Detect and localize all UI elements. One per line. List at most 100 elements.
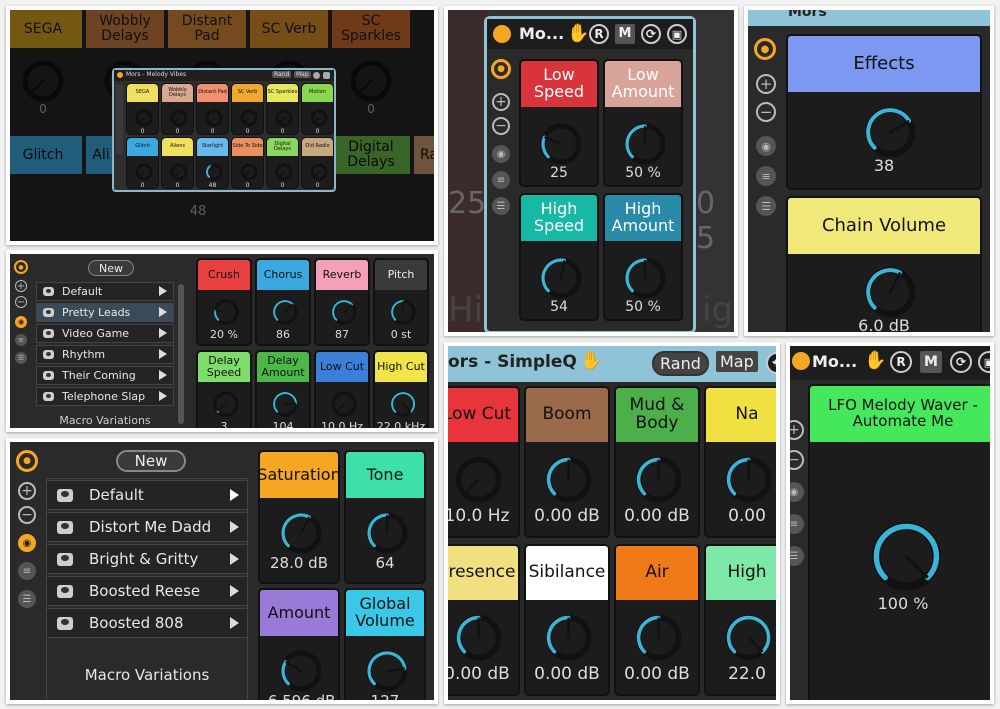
knob-wrap[interactable] (868, 518, 945, 599)
macro-knob[interactable] (364, 648, 410, 694)
macro-knob[interactable] (271, 390, 299, 418)
macro-knob[interactable] (543, 612, 594, 663)
mini-undo-icon[interactable] (313, 72, 320, 79)
stack-icon[interactable]: ≡ (492, 171, 510, 189)
macro-crush[interactable]: Crush 20 % (196, 258, 252, 346)
macro-sibilance[interactable]: Sibilance 0.00 dB (524, 544, 610, 696)
knob-wrap[interactable] (271, 390, 299, 422)
camera-icon[interactable] (57, 488, 73, 502)
play-icon[interactable] (159, 286, 167, 296)
knob-wrap[interactable] (389, 390, 417, 422)
preset-row[interactable]: Rhythm (36, 345, 174, 364)
mini-rand-button[interactable]: Rand (272, 71, 292, 78)
play-icon[interactable] (159, 391, 167, 401)
macro-knob[interactable] (538, 255, 584, 301)
macro-knob[interactable] (278, 510, 324, 556)
preset-row[interactable]: Video Game (36, 324, 174, 343)
knob-wrap[interactable] (278, 510, 324, 560)
camera-icon[interactable] (43, 329, 54, 338)
hand-icon[interactable]: ✋ (864, 350, 886, 371)
camera-icon[interactable] (43, 287, 54, 296)
power-ring-icon[interactable]: ● (14, 260, 28, 274)
macro-knob[interactable] (723, 454, 774, 505)
camera-icon[interactable]: ◉ (18, 534, 36, 552)
macro-saturation[interactable]: Saturation 28.0 dB (258, 450, 340, 584)
macro-knob[interactable] (538, 121, 584, 167)
undo-icon[interactable]: ⟲ (766, 352, 776, 374)
knob-wrap[interactable] (723, 612, 774, 667)
rand-button[interactable]: Rand (652, 351, 709, 376)
mini-macro[interactable]: Motion 0 (301, 83, 334, 135)
play-icon[interactable] (159, 349, 167, 359)
remove-icon[interactable]: − (15, 296, 27, 308)
macro-knob[interactable] (633, 612, 684, 663)
macro-chain-volume[interactable]: Chain Volume 6.0 dB (786, 196, 982, 332)
knob-wrap[interactable] (543, 454, 594, 509)
save-icon[interactable]: ▣ (667, 24, 687, 44)
macro-knob[interactable] (271, 298, 299, 326)
knob-wrap[interactable] (622, 255, 668, 305)
hand-icon[interactable]: ✋ (580, 350, 602, 371)
macro-knob[interactable] (389, 298, 417, 326)
macro-mud-body[interactable]: Mud & Body 0.00 dB (614, 386, 700, 538)
mini-macro[interactable]: Starlight 48 (196, 137, 229, 189)
remove-icon[interactable]: − (790, 450, 804, 470)
preset-row[interactable]: Default (46, 480, 248, 510)
camera-icon[interactable]: ◉ (790, 482, 804, 502)
knob-wrap[interactable] (330, 298, 358, 330)
stack-icon[interactable]: ≡ (790, 514, 804, 534)
preset-row[interactable]: Boosted Reese (46, 576, 248, 606)
refresh-icon[interactable]: ⟳ (950, 351, 972, 373)
list-icon[interactable]: ☰ (492, 197, 510, 215)
mini-macro[interactable]: SEGA 0 (126, 83, 159, 135)
camera-icon[interactable] (43, 392, 54, 401)
add-icon[interactable]: + (756, 74, 776, 94)
add-icon[interactable]: + (492, 93, 510, 111)
macro-knob[interactable] (274, 162, 294, 182)
macro-knob[interactable] (862, 104, 918, 160)
macro-presence[interactable]: Presence 0.00 dB (448, 544, 520, 696)
remove-icon[interactable]: − (492, 117, 510, 135)
macro-global-volume[interactable]: Global Volume 127 (344, 588, 426, 700)
preset-row[interactable]: Distort Me Dadd (46, 512, 248, 542)
macro-knob[interactable] (278, 648, 324, 694)
mini-map-button[interactable]: Map (294, 71, 311, 78)
macro-knob[interactable] (169, 108, 189, 128)
macro-tone[interactable]: Tone 64 (344, 450, 426, 584)
mini-macro[interactable]: Distant Pad 0 (196, 83, 229, 135)
map-button[interactable]: Map (716, 351, 758, 372)
new-preset-button[interactable]: New (88, 260, 134, 276)
add-icon[interactable]: + (15, 280, 27, 292)
preset-scrollbar[interactable] (178, 284, 184, 424)
macro-knob[interactable] (134, 162, 154, 182)
knob-wrap[interactable] (364, 648, 410, 698)
camera-icon[interactable] (43, 371, 54, 380)
knob-wrap[interactable] (212, 298, 240, 330)
mini-macro[interactable]: Old Radio 0 (301, 137, 334, 189)
mini-save-icon[interactable] (323, 72, 330, 79)
macro-low-speed[interactable]: Low Speed 25 (519, 59, 599, 187)
knob-wrap[interactable] (633, 612, 684, 667)
power-ring-icon[interactable]: ● (754, 38, 776, 60)
macro-delay-amount[interactable]: Delay Amount 104 (255, 350, 311, 428)
macro-knob[interactable] (169, 162, 189, 182)
mini-macro[interactable]: Wobbly Delays 0 (161, 83, 194, 135)
macro-amount[interactable]: Amount -6.596 dB (258, 588, 340, 700)
mini-macro[interactable]: Digital Delays 0 (266, 137, 299, 189)
camera-icon[interactable]: ◉ (756, 136, 776, 156)
macro-chorus[interactable]: Chorus 86 (255, 258, 311, 346)
macro-high-cut[interactable]: High Cut 22.0 kHz (373, 350, 429, 428)
list-icon[interactable]: ☰ (790, 546, 804, 566)
stack-icon[interactable]: ≡ (756, 166, 776, 186)
mini-macro[interactable]: SC Verb 0 (231, 83, 264, 135)
mini-macro[interactable]: SC Sparkles 0 (266, 83, 299, 135)
camera-icon[interactable] (43, 350, 54, 359)
macro-knob[interactable] (543, 454, 594, 505)
preset-row[interactable]: Pretty Leads (36, 303, 174, 322)
macro-knob[interactable] (622, 121, 668, 167)
preset-row[interactable]: Bright & Gritty (46, 544, 248, 574)
macro-knob[interactable] (453, 612, 504, 663)
camera-icon[interactable]: ◉ (492, 145, 510, 163)
macro-knob[interactable] (622, 255, 668, 301)
knob-wrap[interactable] (212, 390, 240, 422)
